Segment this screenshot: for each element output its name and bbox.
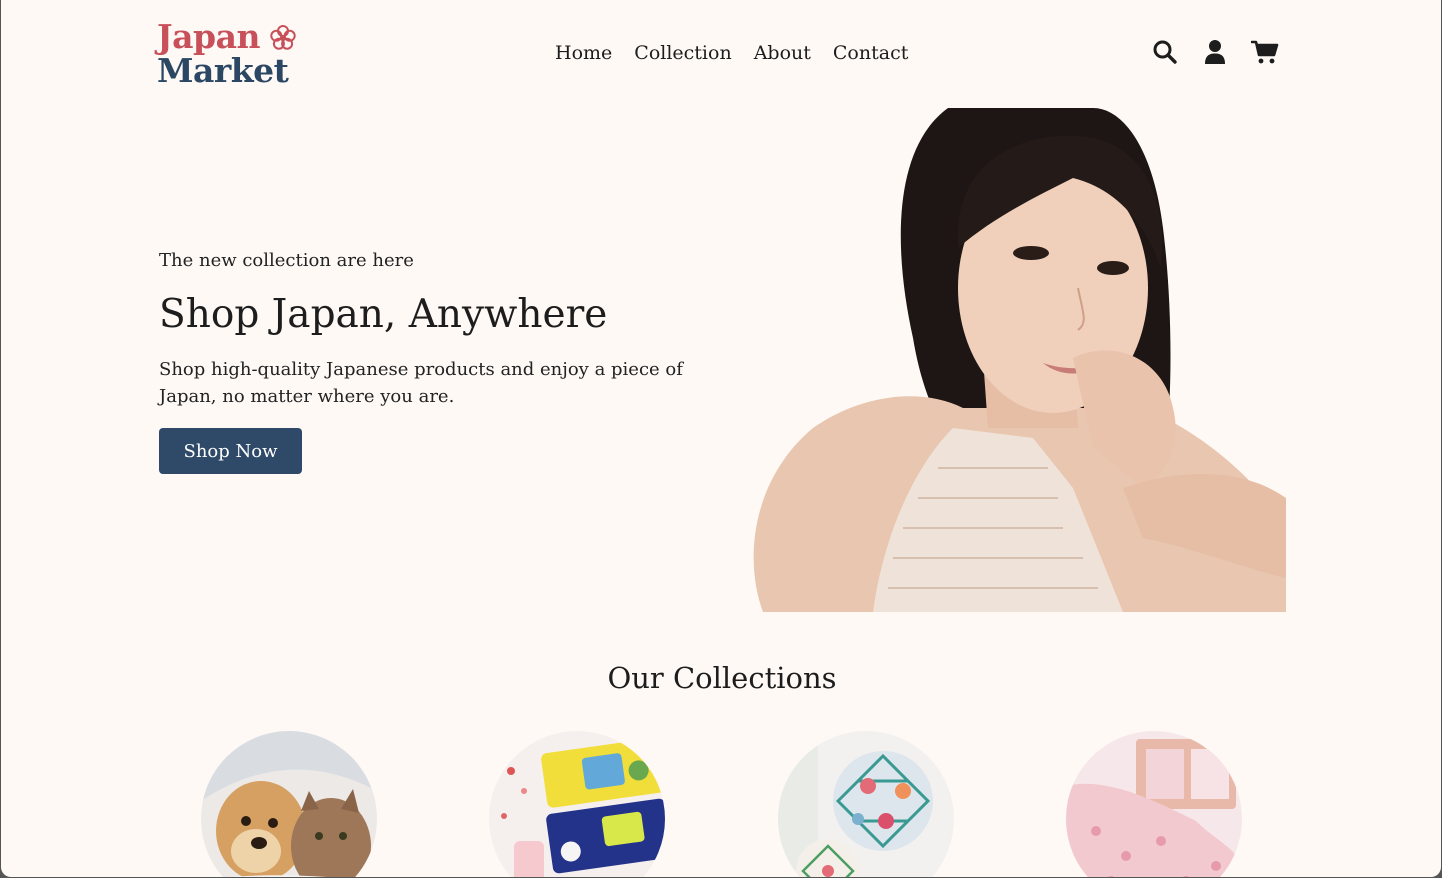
logo-text-market: Market <box>157 51 289 90</box>
site-logo[interactable]: Japan Market <box>157 18 307 90</box>
collections-title: Our Collections <box>607 661 837 695</box>
user-icon[interactable] <box>1201 38 1229 66</box>
collection-sakura-towels[interactable] <box>1066 731 1242 877</box>
hero-eyebrow: The new collection are here <box>159 250 414 271</box>
shop-now-button[interactable]: Shop Now <box>159 428 302 474</box>
main-nav: Home Collection About Contact <box>555 40 908 66</box>
hero-model-image <box>743 108 1286 612</box>
sakura-flower-icon <box>270 25 296 50</box>
nav-collection[interactable]: Collection <box>634 40 731 66</box>
collection-pets[interactable] <box>201 731 377 877</box>
collection-temari-balls[interactable] <box>778 731 954 877</box>
nav-home[interactable]: Home <box>555 40 612 66</box>
search-icon[interactable] <box>1151 38 1179 66</box>
header-actions <box>1151 38 1279 66</box>
nav-about[interactable]: About <box>754 40 811 66</box>
nav-contact[interactable]: Contact <box>833 40 908 66</box>
cart-icon[interactable] <box>1251 38 1279 66</box>
collection-beauty-face-masks[interactable] <box>489 731 665 877</box>
browser-viewport: Japan Market Home Collection About Conta… <box>1 0 1441 877</box>
hero-description: Shop high-quality Japanese products and … <box>159 359 683 407</box>
hero-section: The new collection are here Shop Japan, … <box>159 248 729 474</box>
hero-title: Shop Japan, Anywhere <box>159 292 608 337</box>
